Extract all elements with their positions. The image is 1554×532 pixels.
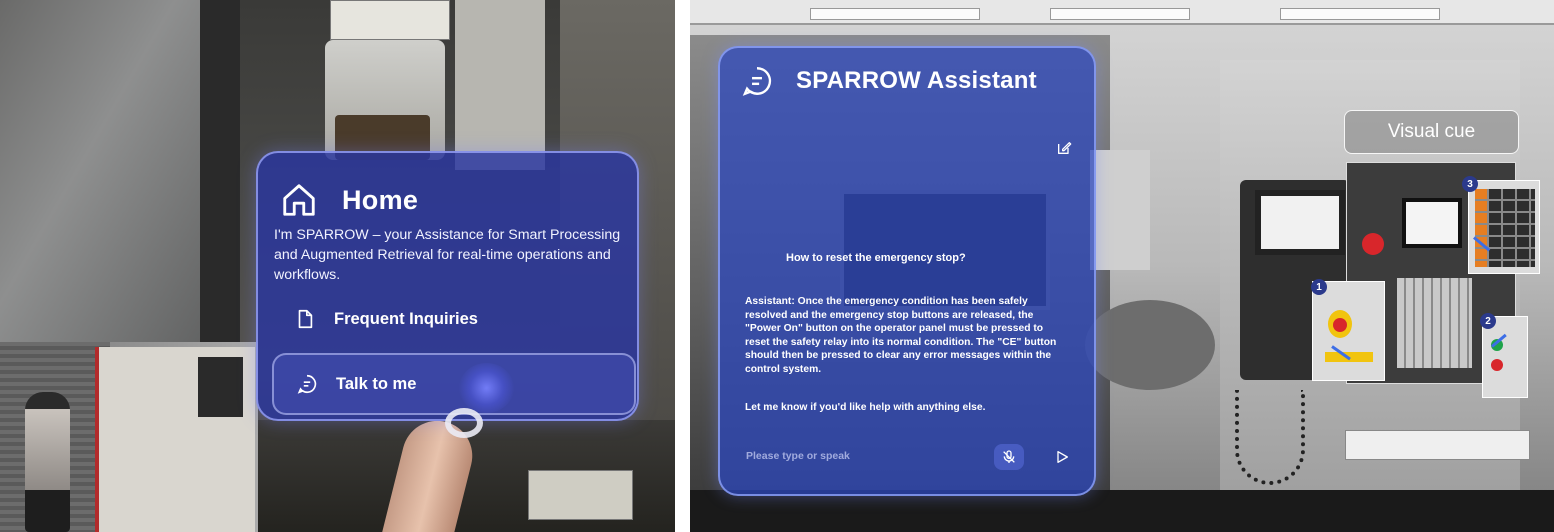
cnc-screen xyxy=(1255,190,1345,255)
power-off-button xyxy=(1491,359,1503,371)
message-input-row xyxy=(732,440,1086,476)
coiled-cable xyxy=(1235,390,1305,485)
cue-emergency-stop xyxy=(1362,233,1384,255)
assistant-header: SPARROW Assistant xyxy=(740,64,1037,98)
cue-zoom-emergency-stop xyxy=(1312,281,1385,381)
home-header: Home xyxy=(280,181,418,219)
edit-icon[interactable] xyxy=(1056,140,1072,156)
home-title: Home xyxy=(342,184,419,215)
emergency-stop-button xyxy=(1333,318,1347,332)
ceiling-light xyxy=(1050,8,1190,20)
chat-icon xyxy=(742,67,772,96)
frequent-inquiries-label: Frequent Inquiries xyxy=(334,309,478,328)
orange-keys xyxy=(1475,189,1487,267)
finger-cursor-ring xyxy=(445,408,483,438)
inset-user-photo xyxy=(0,342,258,532)
step-badge-3: 3 xyxy=(1462,176,1478,192)
inset-control-panel xyxy=(198,357,243,417)
mute-microphone-button[interactable] xyxy=(994,444,1024,470)
machine-nameplate xyxy=(528,470,633,520)
home-icon xyxy=(283,184,315,216)
step-badge-1: 1 xyxy=(1311,279,1327,295)
visual-cue-label: Visual cue xyxy=(1344,110,1519,154)
warning-placard xyxy=(330,0,450,40)
user-message: How to reset the emergency stop? xyxy=(786,252,966,264)
home-description: I'm SPARROW – your Assistance for Smart … xyxy=(274,227,621,283)
document-icon xyxy=(298,309,313,329)
touch-glow xyxy=(459,363,514,413)
machine-tool-head xyxy=(1090,150,1150,270)
microphone-off-icon xyxy=(1003,450,1015,463)
assistant-title: SPARROW Assistant xyxy=(796,67,1037,94)
message-input[interactable] xyxy=(732,440,992,472)
inset-person-headset xyxy=(25,392,70,532)
step-badge-2: 2 xyxy=(1480,313,1496,329)
send-button[interactable] xyxy=(1050,444,1074,470)
cue-keypad xyxy=(1397,278,1472,368)
ceiling-light xyxy=(810,8,980,20)
talk-to-me-label: Talk to me xyxy=(336,374,417,393)
ceiling-light xyxy=(1280,8,1440,20)
rotary-table xyxy=(1085,300,1215,390)
machine-column xyxy=(455,0,545,170)
cue-control-screen xyxy=(1402,198,1462,248)
cue-zoom-ce-button xyxy=(1468,180,1540,274)
workshop-floor xyxy=(690,490,1554,532)
frequent-inquiries-button[interactable]: Frequent Inquiries xyxy=(272,288,636,350)
chat-icon xyxy=(297,374,317,394)
send-icon xyxy=(1057,451,1068,463)
talk-to-me-button[interactable]: Talk to me xyxy=(272,353,636,415)
work-bench xyxy=(1345,430,1530,460)
assistant-answer: Assistant: Once the emergency condition … xyxy=(745,296,1057,375)
home-window: Home I'm SPARROW – your Assistance for S… xyxy=(256,151,639,421)
door-frame xyxy=(200,0,240,345)
assistant-follow-up: Let me know if you'd like help with anyt… xyxy=(745,402,986,413)
assistant-window: SPARROW Assistant How to reset the emerg… xyxy=(718,46,1096,496)
